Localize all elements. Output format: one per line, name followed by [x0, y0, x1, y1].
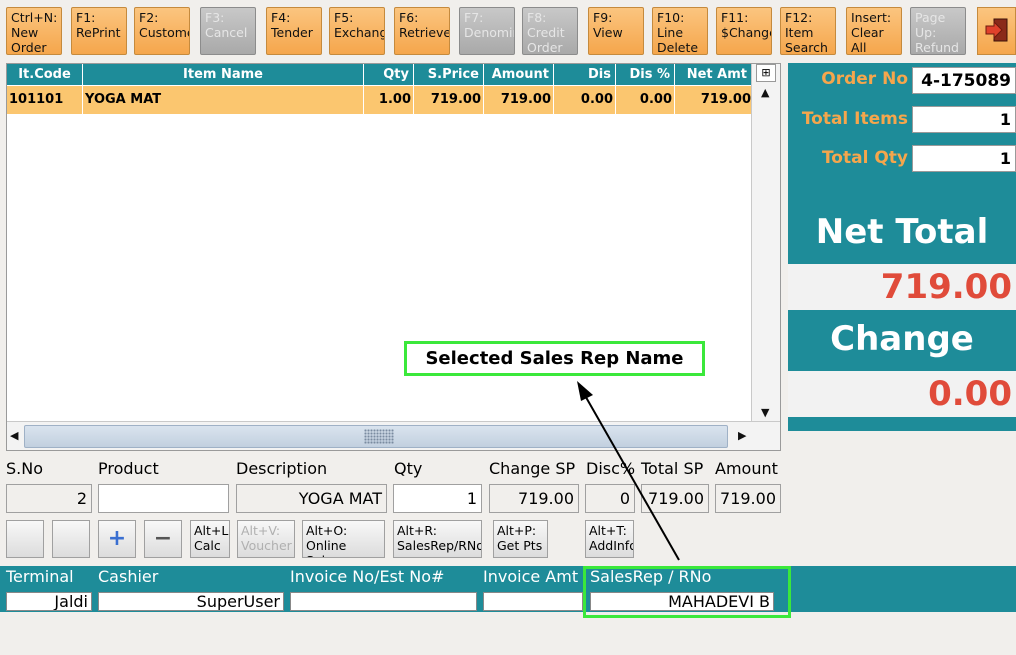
annotation-arrow-icon — [577, 381, 680, 561]
